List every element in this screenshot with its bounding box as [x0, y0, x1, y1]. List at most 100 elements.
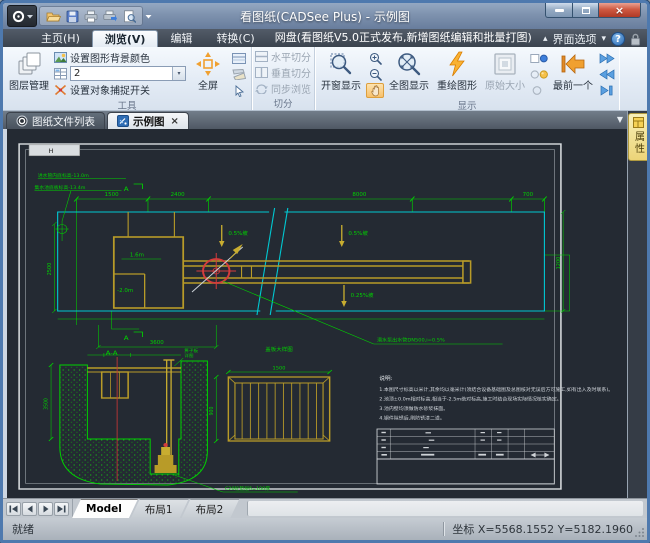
svg-text:C20砼垫层δ=100厚: C20砼垫层δ=100厚: [225, 485, 270, 492]
app-window: 看图纸(CADSee Plus) - 示例图 × 主页(H) 浏览(V) 编辑: [0, 0, 650, 543]
lock-icon[interactable]: [630, 33, 641, 46]
ribbon-group-split: 水平切分 垂直切分 同步浏览 切分: [252, 47, 315, 110]
fill-toggle-button[interactable]: [530, 67, 548, 82]
tab-drawing-file-list[interactable]: 图纸文件列表: [6, 112, 105, 129]
tab-model[interactable]: Model: [72, 499, 138, 518]
screen-tilt-button[interactable]: [230, 67, 248, 82]
layer-manager-button[interactable]: 图层管理: [6, 49, 52, 93]
drawing-canvas[interactable]: H 1500: [3, 129, 627, 498]
window-zoom-icon: [328, 50, 354, 77]
save-button[interactable]: [64, 8, 80, 24]
lightning-icon: [446, 50, 468, 77]
screen-horizontal-button[interactable]: [230, 51, 248, 66]
tab-edit[interactable]: 编辑: [158, 30, 204, 47]
pen-width-row: 2 ▾: [54, 66, 186, 81]
horizontal-split-button[interactable]: 水平切分: [255, 49, 311, 64]
cursor-button[interactable]: [230, 83, 248, 98]
tab-example-drawing[interactable]: 示例图 ×: [107, 112, 189, 129]
sheet-nav-buttons: [3, 499, 73, 518]
original-size-button[interactable]: 原始大小: [482, 49, 528, 93]
help-icon[interactable]: ?: [611, 32, 625, 46]
fullscreen-button[interactable]: 全屏: [188, 49, 228, 93]
pen-width-combobox[interactable]: 2 ▾: [70, 66, 186, 81]
svg-text:3500: 3500: [44, 398, 50, 410]
resize-grip[interactable]: [634, 527, 645, 538]
maximize-button[interactable]: [573, 3, 599, 18]
properties-panel-tab[interactable]: 属性: [628, 113, 647, 161]
combo-dropdown-icon[interactable]: ▾: [172, 67, 185, 80]
minimize-button[interactable]: [545, 3, 573, 18]
close-doc-icon[interactable]: ×: [169, 116, 179, 127]
interface-options-button[interactable]: 界面选项: [552, 31, 596, 47]
set-bg-color-button[interactable]: 设置图形背景颜色: [54, 50, 186, 65]
netdisk-promo-link[interactable]: 网盘(看图纸V5.0正式发布,新增图纸编辑和批量打图): [267, 28, 540, 47]
chamber-labels: 1.6m -2.0m: [117, 253, 161, 294]
top-dimension-labels: 1500 2400 8000 700: [105, 192, 534, 198]
svg-text:8000: 8000: [352, 192, 366, 198]
prev-sheet-button[interactable]: [22, 502, 37, 516]
section-marker-bottom: A: [124, 332, 143, 342]
svg-text:1500: 1500: [273, 366, 286, 372]
last-sheet-button[interactable]: [54, 502, 69, 516]
notes-block: 说明: 1.本图尺寸标高以米计,其余均以毫米计(须结合设备基础图及总图核对无误后…: [379, 374, 613, 421]
bring-front-button[interactable]: 最前一个: [550, 49, 596, 93]
circle-toggle-button[interactable]: [530, 83, 548, 98]
tab-layout1[interactable]: 布局1: [131, 499, 189, 518]
fit-view-button[interactable]: 全图显示: [386, 49, 432, 93]
zoom-in-button[interactable]: [366, 51, 384, 66]
svg-text:A-A: A-A: [106, 349, 118, 357]
batch-print-button[interactable]: [102, 8, 118, 24]
tab-layout2[interactable]: 布局2: [182, 499, 240, 518]
set-snap-button[interactable]: 设置对象捕捉开关: [54, 82, 186, 97]
tab-list-dropdown-icon[interactable]: ▼: [617, 115, 623, 124]
vertical-split-icon: [255, 67, 268, 78]
svg-text:说明:: 说明:: [379, 374, 393, 382]
sync-browse-button[interactable]: 同步浏览: [255, 81, 311, 96]
file-list-icon: [16, 115, 28, 127]
close-button[interactable]: ×: [599, 3, 641, 18]
print-button[interactable]: [83, 8, 99, 24]
tab-browse[interactable]: 浏览(V): [92, 30, 159, 47]
tab-home[interactable]: 主页(H): [29, 30, 92, 47]
svg-text:0.5%坡: 0.5%坡: [348, 229, 368, 237]
print-preview-button[interactable]: [121, 8, 137, 24]
first-sheet-button[interactable]: [6, 502, 21, 516]
redraw-button[interactable]: 重绘图形: [434, 49, 480, 93]
svg-text:0.25%坡: 0.25%坡: [351, 291, 375, 299]
svg-text:700: 700: [523, 192, 534, 198]
document-tab-bar: 图纸文件列表 示例图 × ▼: [3, 111, 627, 129]
cad-drawing: H 1500: [7, 129, 627, 498]
qat-customize-caret-icon[interactable]: [145, 14, 152, 19]
svg-text:1.本图尺寸标高以米计,其余均以毫米计(须结合设备基础图及总: 1.本图尺寸标高以米计,其余均以毫米计(须结合设备基础图及总图核对无误后方可施工…: [379, 386, 613, 393]
title-bar: 看图纸(CADSee Plus) - 示例图 ×: [3, 3, 647, 29]
properties-icon: [633, 117, 644, 128]
last-view-icon[interactable]: [598, 83, 616, 98]
next-sheet-button[interactable]: [38, 502, 53, 516]
tab-convert[interactable]: 转换(C): [204, 30, 266, 47]
front-arrow-icon: [560, 50, 586, 77]
interface-options-caret-icon[interactable]: ▾: [601, 34, 606, 44]
vertical-split-button[interactable]: 垂直切分: [255, 65, 311, 80]
open-button[interactable]: [45, 8, 61, 24]
pan-button[interactable]: [366, 83, 384, 98]
svg-text:2400: 2400: [171, 192, 185, 198]
lineweight-toggle-button[interactable]: [530, 51, 548, 66]
sheet-scroll-track[interactable]: [247, 501, 643, 516]
combo-value: 2: [71, 68, 172, 79]
next-view-icon[interactable]: [598, 51, 616, 66]
prev-view-icon[interactable]: [598, 67, 616, 82]
app-menu-button[interactable]: [7, 5, 37, 27]
tools-stack: 设置图形背景颜色 2 ▾ 设置对象捕捉开关: [54, 49, 186, 97]
original-size-icon: [492, 50, 518, 77]
section-marker-top: A: [124, 184, 143, 193]
svg-text:900: 900: [209, 407, 215, 416]
fit-view-icon: [396, 50, 422, 77]
svg-text:潜水泵出水管DN500,i=0.5%: 潜水泵出水管DN500,i=0.5%: [377, 337, 445, 344]
collapse-ribbon-icon[interactable]: ▴: [543, 34, 548, 44]
window-zoom-button[interactable]: 开窗显示: [318, 49, 364, 93]
elevation-labels: 进水管内底标高-13.0m 集水池底板标高-13.4m: [35, 172, 126, 241]
pump-target-symbol: [192, 244, 243, 292]
ribbon: 图层管理 设置图形背景颜色 2 ▾: [3, 47, 647, 111]
zoom-out-button[interactable]: [366, 67, 384, 82]
pump-chamber: [114, 212, 471, 308]
